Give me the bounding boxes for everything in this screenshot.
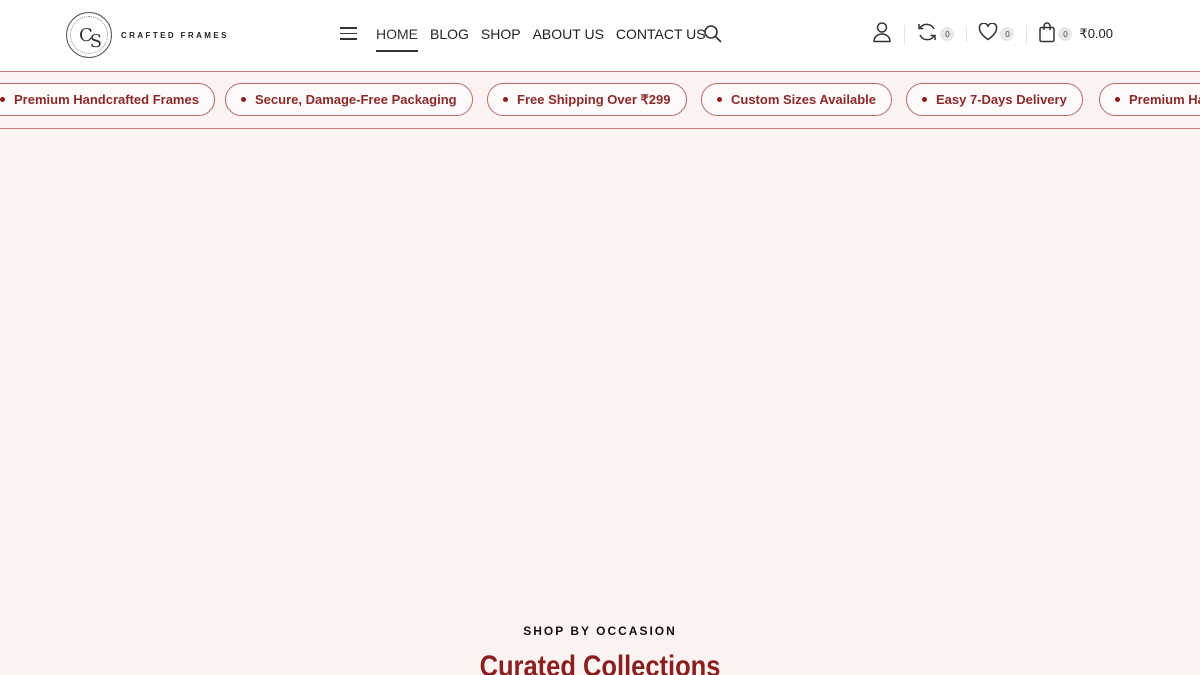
bullet-dot-icon	[0, 97, 5, 102]
search-icon[interactable]	[703, 24, 723, 44]
cart-total: ₹0.00	[1079, 26, 1113, 41]
nav-about-us[interactable]: ABOUT US	[533, 26, 604, 42]
bullet-dot-icon	[503, 97, 508, 102]
logo-emblem: CS	[66, 12, 112, 58]
features-marquee: Premium Handcrafted Frames Secure, Damag…	[0, 71, 1200, 129]
heart-icon	[978, 21, 998, 46]
site-logo[interactable]: CS CRAFTED FRAMES	[66, 12, 229, 58]
bullet-dot-icon	[717, 97, 722, 102]
feature-pill[interactable]: Secure, Damage-Free Packaging	[225, 83, 473, 116]
account-button[interactable]	[860, 21, 904, 48]
cart-count-badge: 0	[1058, 27, 1073, 41]
feature-pill-label: Free Shipping Over ₹299	[517, 91, 671, 107]
feature-pill[interactable]: Custom Sizes Available	[701, 83, 892, 116]
section-title: Curated Collections	[479, 650, 721, 675]
feature-pill-label: Premium Handcrafted Frames	[14, 92, 199, 107]
compare-button[interactable]: 0	[904, 21, 966, 48]
nav-shop[interactable]: SHOP	[481, 26, 521, 42]
main-nav: HOME BLOG SHOP ABOUT US CONTACT US	[376, 26, 706, 52]
feature-pill-label: Premium Handcrafted Frames	[1129, 92, 1200, 107]
feature-pill[interactable]: Free Shipping Over ₹299	[487, 83, 687, 116]
compare-count-badge: 0	[940, 27, 955, 41]
logo-wordmark: CRAFTED FRAMES	[121, 30, 229, 40]
user-icon	[872, 21, 892, 48]
feature-pill[interactable]: Easy 7-Days Delivery	[906, 83, 1083, 116]
wishlist-count-badge: 0	[1000, 27, 1015, 41]
logo-letter-c: C	[78, 24, 93, 46]
menu-hamburger-icon[interactable]	[340, 27, 357, 40]
feature-pill-label: Easy 7-Days Delivery	[936, 92, 1067, 107]
cart-button[interactable]: 0 ₹0.00	[1026, 21, 1125, 48]
wishlist-button[interactable]: 0	[966, 21, 1026, 46]
header-actions: 0 0 0 ₹0.00	[860, 20, 1125, 48]
feature-pill[interactable]: Premium Handcrafted Frames	[0, 83, 215, 116]
nav-home[interactable]: HOME	[376, 26, 418, 52]
compare-refresh-icon	[916, 21, 938, 48]
section-eyebrow: SHOP BY OCCASION	[523, 624, 677, 638]
logo-letter-s: S	[89, 30, 102, 52]
nav-blog[interactable]: BLOG	[430, 26, 469, 42]
feature-pill[interactable]: Premium Handcrafted Frames	[1099, 83, 1200, 116]
bullet-dot-icon	[241, 97, 246, 102]
feature-pill-label: Secure, Damage-Free Packaging	[255, 92, 457, 107]
site-header: CS CRAFTED FRAMES HOME BLOG SHOP ABOUT U…	[0, 0, 1200, 72]
shopping-bag-icon	[1038, 21, 1056, 48]
nav-contact-us[interactable]: CONTACT US	[616, 26, 706, 42]
feature-pill-label: Custom Sizes Available	[731, 92, 876, 107]
bullet-dot-icon	[922, 97, 927, 102]
bullet-dot-icon	[1115, 97, 1120, 102]
